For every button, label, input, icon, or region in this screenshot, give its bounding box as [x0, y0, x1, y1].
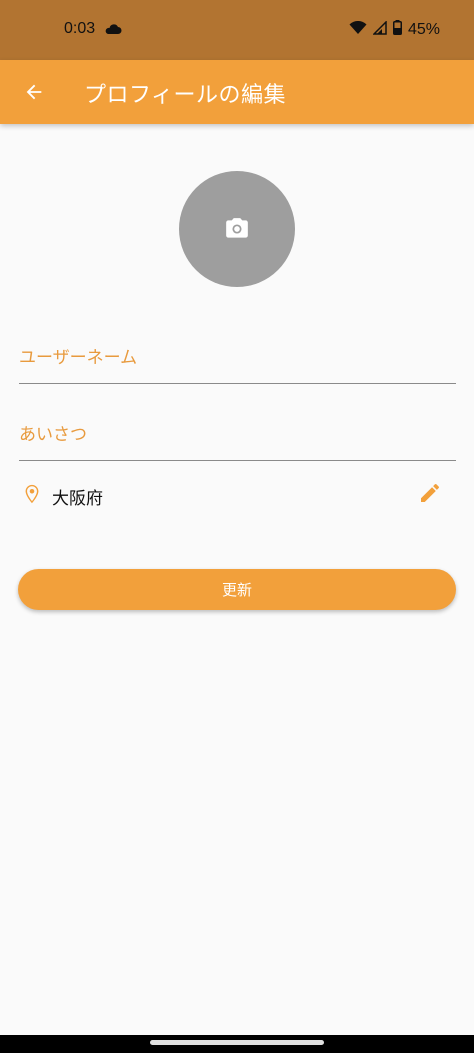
wifi-icon: [349, 20, 367, 40]
back-button[interactable]: [14, 72, 54, 112]
battery-percentage: 45%: [407, 21, 440, 38]
status-icons: 45%: [349, 19, 440, 40]
arrow-back-icon: [26, 84, 42, 100]
camera-icon: [226, 218, 248, 238]
username-input[interactable]: [19, 318, 456, 383]
map-pin-icon: [21, 481, 43, 511]
signal-icon: [372, 19, 387, 40]
location-row: 大阪府: [19, 478, 456, 510]
location-text: 大阪府: [52, 489, 103, 509]
pencil-icon[interactable]: [418, 481, 442, 509]
page-title: プロフィールの編集: [84, 83, 287, 108]
greeting-input[interactable]: [19, 395, 456, 460]
status-bar: 0:03 45%: [0, 0, 474, 60]
battery-icon: [392, 20, 402, 40]
cloud-icon: [104, 22, 122, 40]
app-bar: プロフィールの編集: [0, 60, 474, 124]
status-time: 0:03: [64, 20, 96, 37]
update-button[interactable]: 更新: [18, 569, 456, 610]
username-field[interactable]: [19, 318, 456, 384]
greeting-field[interactable]: [19, 395, 456, 461]
update-button-label: 更新: [221, 581, 252, 599]
home-handle[interactable]: [150, 1040, 324, 1045]
avatar-upload[interactable]: [179, 171, 295, 287]
